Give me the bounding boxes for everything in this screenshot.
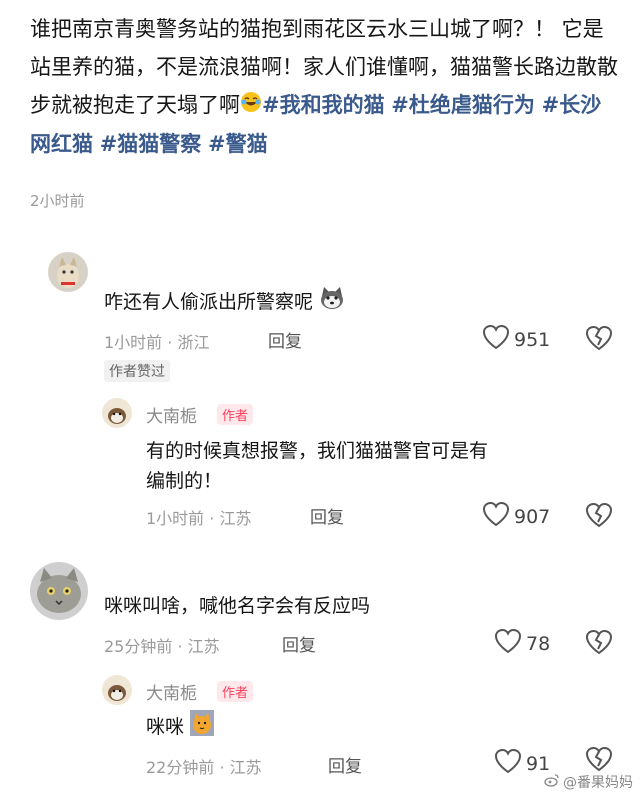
like-count: 951 [514,328,551,351]
hashtag[interactable]: #杜绝虐猫行为 [391,93,535,117]
heart-icon [494,628,522,659]
like-count: 907 [514,505,551,528]
like-button[interactable]: 78 [494,628,550,659]
reply-text: 咪咪 [146,710,215,745]
reply-text-line: 编制的！ [146,470,223,492]
reply-meta: 1小时前 · 江苏 [146,509,252,528]
reply-button[interactable]: 回复 [268,327,302,352]
author-liked-badge: 作者赞过 [104,360,170,382]
post-body: 谁把南京青奥警务站的猫抱到雨花区云水三山城了啊？！ 它是站里养的猫，不是流浪猫啊… [30,10,620,163]
reply-text: 有的时候真想报警，我们猫猫警官可是有 编制的！ [146,436,488,496]
like-button[interactable]: 907 [482,501,550,532]
reply-button[interactable]: 回复 [328,752,362,777]
reply-text-line: 有的时候真想报警，我们猫猫警官可是有 [146,440,489,462]
post-time: 2小时前 [30,192,85,210]
hashtag[interactable]: #猫猫警察 [100,132,202,156]
watermark: @番果妈妈 [544,772,633,792]
comment-meta: 25分钟前 · 江苏 [104,637,220,656]
comment-text: 咪咪叫啥，喊他名字会有反应吗 [104,595,371,617]
dislike-button[interactable] [585,502,613,532]
reply-button[interactable]: 回复 [310,503,344,528]
watermark-text: @番果妈妈 [563,775,633,791]
cat-emoji-icon [190,710,215,745]
hashtag[interactable]: #我和我的猫 [262,93,385,117]
broken-heart-icon [585,502,613,532]
reply-author-name[interactable]: 大南栀 [146,679,197,704]
broken-heart-icon [585,629,613,659]
reply-meta: 22分钟前 · 江苏 [146,758,262,777]
like-button[interactable]: 91 [494,748,550,779]
laugh-emoji-icon [240,87,262,125]
heart-icon [482,501,510,532]
avatar[interactable] [30,562,88,620]
author-badge: 作者 [217,404,254,425]
avatar[interactable] [102,398,132,428]
avatar[interactable] [102,675,132,705]
comment-text: 咋还有人偷派出所警察呢 [104,286,345,319]
weibo-logo-icon [544,773,560,791]
husky-emoji-icon [319,286,345,319]
broken-heart-icon [585,325,613,355]
dislike-button[interactable] [585,325,613,355]
hashtag[interactable]: #警猫 [208,132,268,156]
reply-author-name[interactable]: 大南栀 [146,402,197,427]
reply-button[interactable]: 回复 [282,631,316,656]
author-badge: 作者 [217,681,254,702]
dislike-button[interactable] [585,629,613,659]
comment-meta: 1小时前 · 浙江 [104,333,210,352]
like-count: 78 [526,632,551,655]
heart-icon [482,324,510,355]
avatar[interactable] [48,252,88,292]
like-button[interactable]: 951 [482,324,550,355]
heart-icon [494,748,522,779]
